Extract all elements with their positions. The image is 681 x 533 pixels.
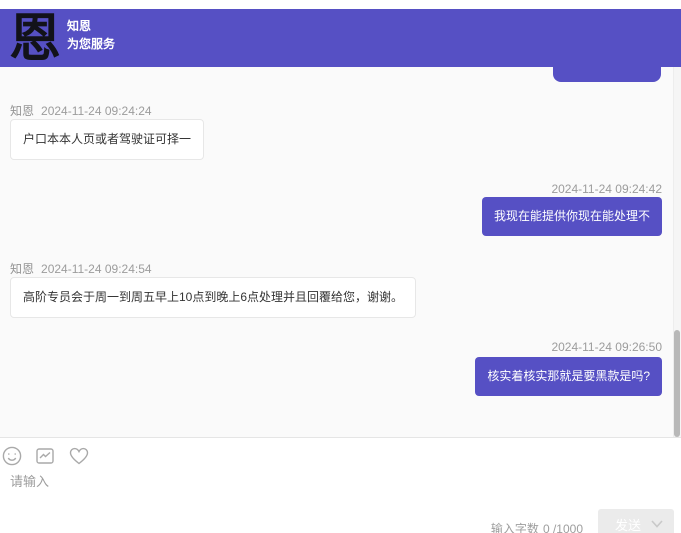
message-bubble-outgoing: 我现在能提供你现在能处理不 (482, 197, 662, 236)
char-count-value: 0 (543, 522, 550, 533)
chat-header: 恩 知恩 为您服务 (0, 9, 681, 67)
sender-name: 知恩 (10, 262, 34, 276)
message-input[interactable]: 请输入 (10, 471, 49, 490)
scrollbar-track[interactable] (673, 67, 681, 437)
char-counter-label: 输入字数 (491, 522, 539, 533)
message-timestamp: 2024-11-24 09:24:42 (551, 182, 662, 196)
message-timestamp: 2024-11-24 09:26:50 (551, 340, 662, 354)
top-strip (0, 0, 681, 9)
chevron-down-icon[interactable] (651, 520, 663, 528)
message-bubble-outgoing-clipped (553, 67, 661, 82)
brand-text-block: 知恩 为您服务 (67, 18, 115, 53)
message-meta: 知恩 2024-11-24 09:24:24 (10, 102, 152, 119)
brand-tagline: 为您服务 (67, 36, 115, 53)
scrollbar-thumb[interactable] (674, 330, 680, 437)
emoji-icon[interactable] (2, 446, 22, 466)
message-bubble-outgoing: 核实着核实那就是要黑款是吗? (475, 357, 662, 396)
heart-icon[interactable] (68, 446, 90, 466)
composer: 请输入 输入字数 0 /1000 发送 (0, 437, 681, 533)
char-counter: 输入字数 0 /1000 (491, 520, 583, 533)
message-bubble-incoming: 高阶专员会于周一到周五早上10点到晚上6点处理并且回覆给您，谢谢。 (10, 277, 416, 318)
send-button-label: 发送 (615, 515, 641, 533)
char-limit: /1000 (553, 522, 583, 533)
message-list[interactable]: 知恩 2024-11-24 09:24:24 户口本本人页或者驾驶证可择一 202… (0, 67, 681, 437)
composer-toolbar (2, 446, 90, 466)
brand-name: 知恩 (67, 18, 115, 35)
message-timestamp: 2024-11-24 09:24:54 (41, 262, 152, 276)
message-bubble-incoming: 户口本本人页或者驾驶证可择一 (10, 119, 204, 160)
chat-window: 恩 知恩 为您服务 知恩 2024-11-24 09:24:24 户口本本人页或者… (0, 0, 681, 533)
sender-name: 知恩 (10, 104, 34, 118)
message-meta: 知恩 2024-11-24 09:24:54 (10, 260, 152, 277)
message-timestamp: 2024-11-24 09:24:24 (41, 104, 152, 118)
send-button[interactable]: 发送 (598, 509, 674, 533)
image-icon[interactable] (35, 446, 55, 466)
brand-logo: 恩 (6, 9, 64, 69)
